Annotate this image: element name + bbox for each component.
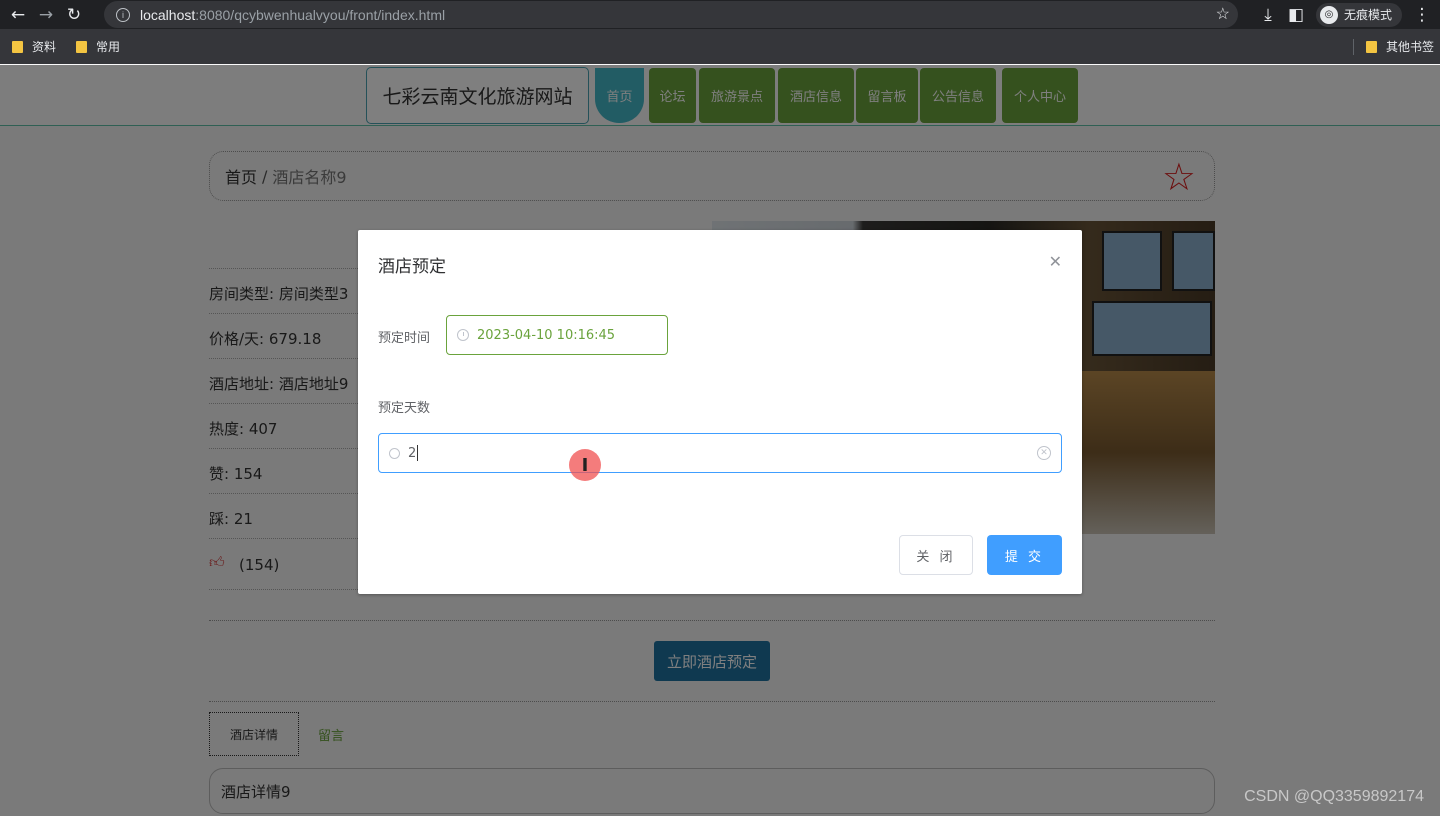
close-button[interactable]: 关 闭 (899, 535, 973, 575)
menu-icon[interactable]: ⋮ (1408, 1, 1436, 29)
dialog-title: 酒店预定 (378, 257, 446, 277)
booking-days-input[interactable]: 2 ✕ (378, 433, 1062, 473)
booking-time-picker[interactable]: 2023-04-10 10:16:45 (446, 315, 668, 355)
clear-icon[interactable]: ✕ (1037, 446, 1051, 460)
url-host: localhost (140, 6, 196, 23)
search-icon (389, 447, 400, 459)
bookmark-label: 常用 (96, 40, 121, 54)
booking-time-value: 2023-04-10 10:16:45 (477, 327, 616, 343)
text-caret (417, 445, 419, 461)
bookmark-star-icon[interactable]: ☆ (1216, 4, 1230, 24)
booking-days-label: 预定天数 (378, 401, 431, 416)
folder-icon (12, 40, 23, 53)
bookmark-folder-2[interactable]: 常用 (76, 38, 120, 55)
sidebar-icon[interactable]: ◧ (1282, 1, 1310, 29)
incognito-label: 无痕模式 (1343, 8, 1392, 22)
folder-icon (1365, 40, 1377, 53)
submit-button[interactable]: 提 交 (987, 535, 1062, 575)
folder-icon (76, 40, 88, 53)
info-icon[interactable]: i (116, 7, 130, 22)
other-bookmarks[interactable]: 其他书签 (1365, 38, 1434, 55)
watermark: CSDN @QQ3359892174 (1244, 788, 1424, 805)
booking-dialog: 酒店预定 ✕ 预定时间 2023-04-10 10:16:45 预定天数 2 ✕… (358, 230, 1082, 594)
other-bookmarks-label: 其他书签 (1385, 40, 1434, 54)
clock-icon (457, 329, 469, 341)
bookmark-label: 资料 (32, 40, 57, 54)
forward-icon[interactable]: → (32, 1, 60, 29)
incognito-badge[interactable]: ◎ 无痕模式 (1315, 2, 1402, 27)
back-icon[interactable]: ← (4, 1, 32, 29)
bookmark-folder-1[interactable]: 资料 (12, 38, 56, 55)
incognito-icon: ◎ (1319, 5, 1338, 24)
download-icon[interactable]: ⤓ (1254, 1, 1282, 29)
booking-days-value: 2 (408, 445, 417, 461)
close-icon[interactable]: ✕ (1049, 252, 1062, 271)
bookmarks-bar: 资料 常用 其他书签 (0, 29, 1440, 64)
bookmark-separator (1352, 38, 1354, 55)
browser-toolbar: ← → ↻ i localhost:8080/qcybwenhualvyou/f… (0, 0, 1440, 29)
url-path: :8080/qcybwenhualvyou/front/index.html (195, 6, 446, 23)
booking-time-label: 预定时间 (378, 331, 431, 346)
address-bar[interactable]: i localhost:8080/qcybwenhualvyou/front/i… (104, 1, 1238, 28)
text-cursor-icon: I (569, 449, 601, 481)
reload-icon[interactable]: ↻ (60, 1, 88, 29)
